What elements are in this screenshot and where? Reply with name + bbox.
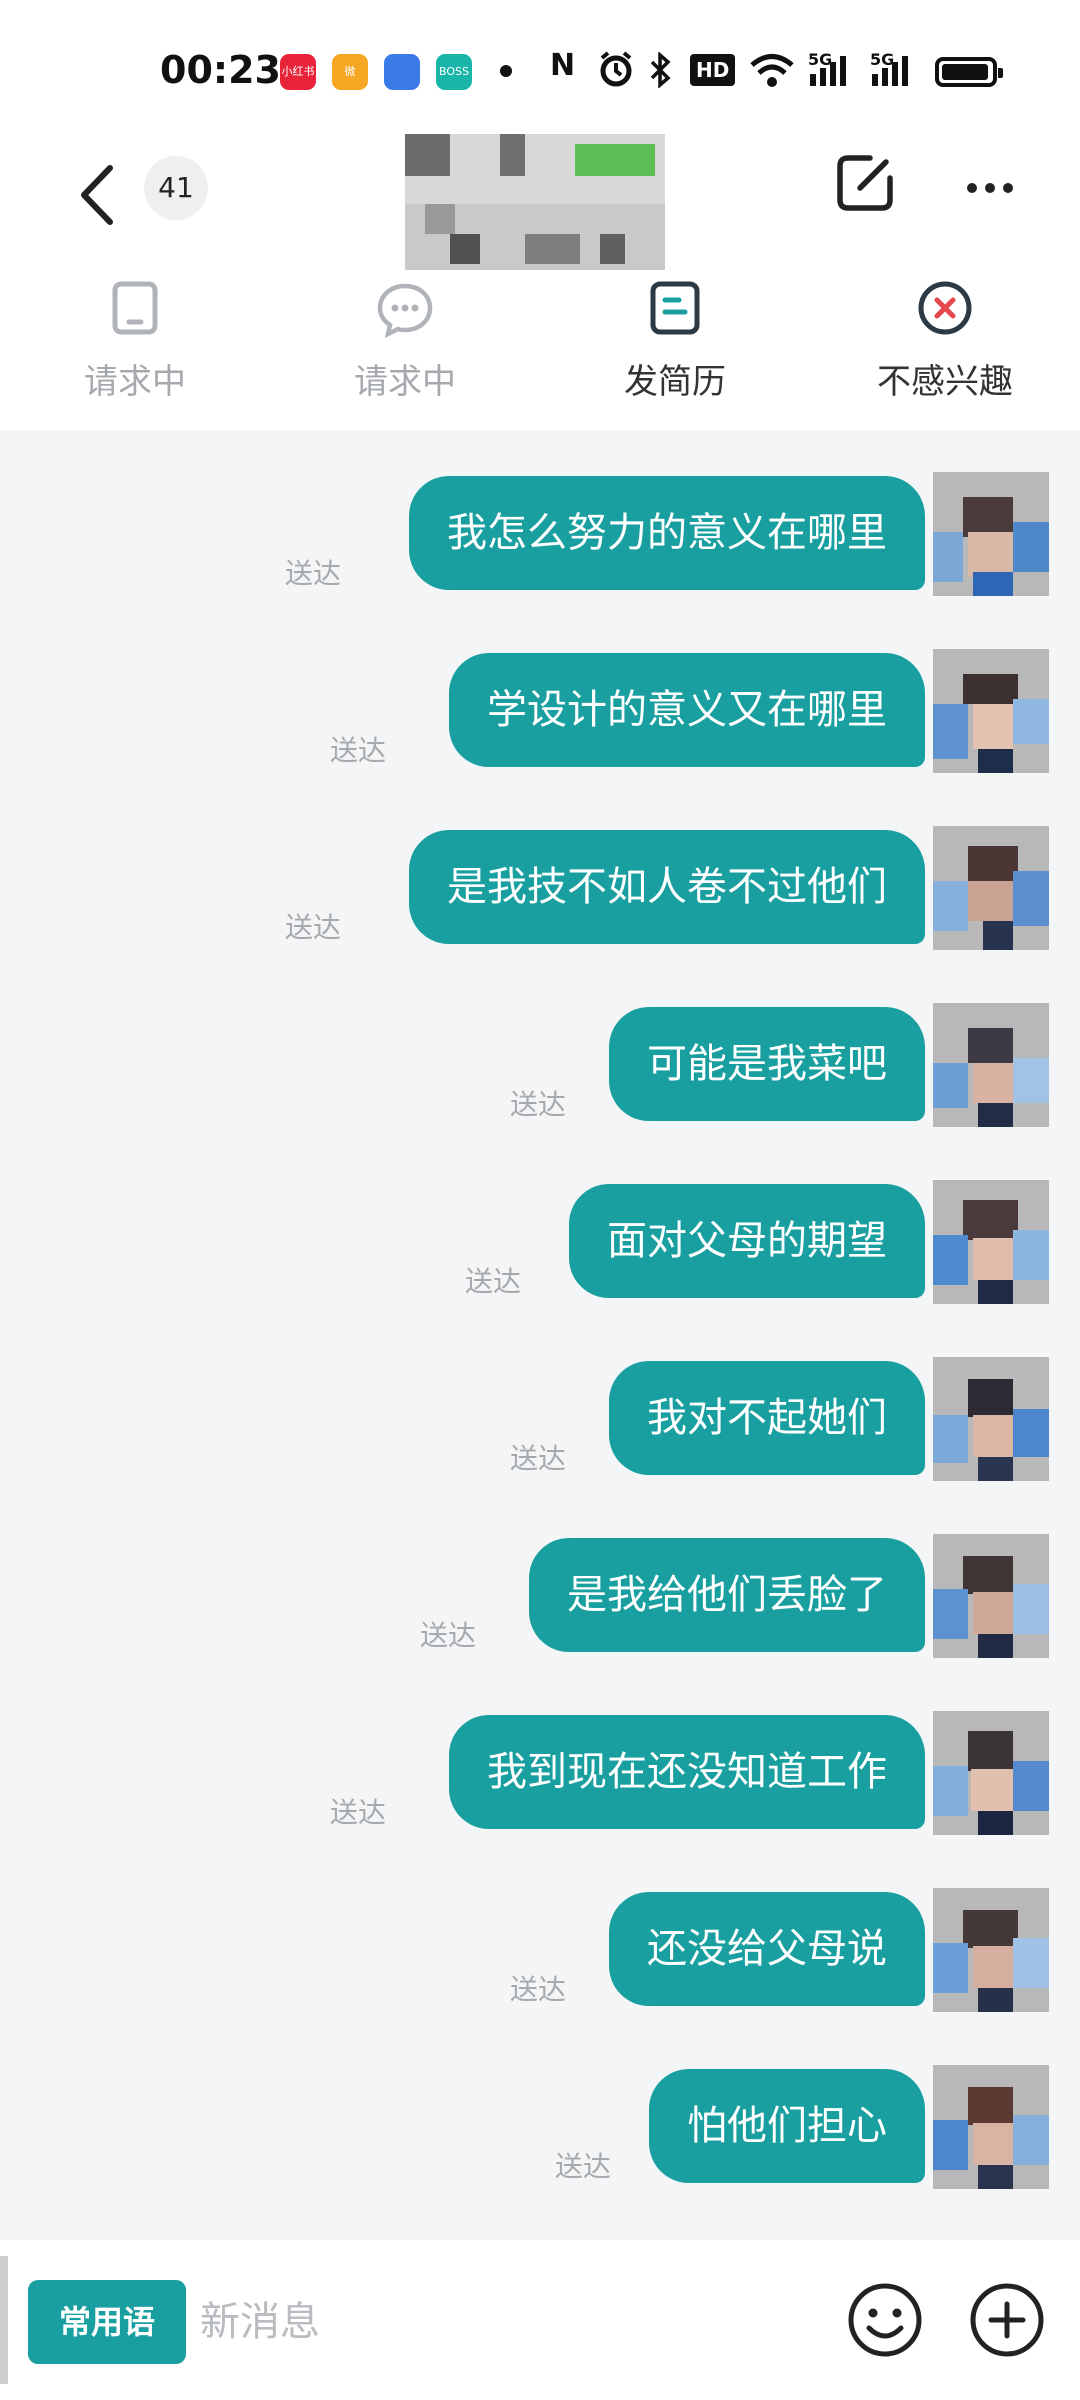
action-label: 请求中 [84, 362, 186, 402]
signal-bars-icon-2 [872, 56, 908, 86]
contact-name-blurred[interactable] [405, 134, 665, 270]
edit-note-icon[interactable] [830, 148, 900, 218]
alarm-icon [600, 51, 632, 87]
avatar[interactable] [933, 1357, 1049, 1481]
avatar[interactable] [933, 1003, 1049, 1127]
back-arrow-icon[interactable] [70, 150, 130, 240]
message-item: 送达 我对不起她们 [0, 1315, 1080, 1481]
delivery-status: 送达 [510, 1442, 567, 1475]
send-resume-action[interactable]: 发简历 [540, 270, 810, 420]
message-bubble[interactable]: 我到现在还没知道工作 [449, 1715, 925, 1829]
delivery-status: 送达 [510, 1973, 567, 2006]
add-attachment-icon[interactable] [967, 2280, 1047, 2360]
message-bubble[interactable]: 学设计的意义又在哪里 [449, 653, 925, 767]
message-bubble[interactable]: 是我技不如人卷不过他们 [409, 830, 925, 944]
battery-icon [935, 57, 1003, 87]
avatar[interactable] [933, 472, 1049, 596]
message-bubble[interactable]: 我怎么努力的意义在哪里 [409, 476, 925, 590]
quick-phrases-button[interactable]: 常用语 [28, 2280, 186, 2364]
message-input[interactable]: 新消息 [200, 2280, 800, 2364]
message-list[interactable]: 送达 我怎么努力的意义在哪里 送达 学设计的意义又在哪里 送达 是我技不如人卷不… [0, 430, 1080, 2240]
avatar[interactable] [933, 1711, 1049, 1835]
delivery-status: 送达 [465, 1265, 522, 1298]
emoji-icon[interactable] [845, 2280, 925, 2360]
top-panel: 00:23 小红书 微 BOSS N HD 5G 5G 41 请求中 请求中 发… [0, 0, 1080, 430]
hd-icon: HD [690, 54, 736, 86]
delivery-status: 送达 [285, 557, 342, 590]
security-app-icon [384, 54, 420, 90]
avatar[interactable] [933, 1888, 1049, 2012]
message-item: 送达 我到现在还没知道工作 [0, 1669, 1080, 1835]
message-bubble[interactable]: 还没给父母说 [609, 1892, 925, 2006]
message-bubble[interactable]: 是我给他们丢脸了 [529, 1538, 925, 1652]
message-item: 送达 还没给父母说 [0, 1846, 1080, 2012]
boss-zhipin-icon: BOSS [436, 54, 472, 90]
delivery-status: 送达 [285, 911, 342, 944]
delivery-status: 送达 [420, 1619, 477, 1652]
message-item: 送达 学设计的意义又在哪里 [0, 607, 1080, 773]
action-label: 发简历 [624, 362, 726, 402]
message-item: 送达 面对父母的期望 [0, 1138, 1080, 1304]
status-time: 00:23 [160, 48, 281, 92]
chat-header: 41 [0, 134, 1080, 270]
action-row: 请求中 请求中 发简历 不感兴趣 [0, 270, 1080, 420]
weibo-icon: 微 [332, 54, 368, 90]
resume-icon [650, 281, 700, 335]
not-interested-icon [918, 281, 972, 335]
unread-count-badge: 41 [144, 156, 208, 220]
message-item: 送达 怕他们担心 [0, 2023, 1080, 2189]
avatar[interactable] [933, 2065, 1049, 2189]
delivery-status: 送达 [510, 1088, 567, 1121]
request-phone-action[interactable]: 请求中 [0, 270, 270, 420]
status-bar: 00:23 小红书 微 BOSS N HD 5G 5G [0, 0, 1080, 140]
xiaohongshu-icon: 小红书 [280, 54, 316, 90]
delivery-status: 送达 [330, 1796, 387, 1829]
message-item: 送达 是我给他们丢脸了 [0, 1492, 1080, 1658]
avatar[interactable] [933, 1534, 1049, 1658]
message-item: 送达 我怎么努力的意义在哪里 [0, 430, 1080, 596]
not-interested-action[interactable]: 不感兴趣 [810, 270, 1080, 420]
chat-bubble-icon [377, 283, 433, 338]
message-item: 送达 可能是我菜吧 [0, 961, 1080, 1127]
avatar[interactable] [933, 649, 1049, 773]
message-bubble[interactable]: 怕他们担心 [649, 2069, 925, 2183]
request-wechat-action[interactable]: 请求中 [270, 270, 540, 420]
more-options-icon[interactable] [955, 148, 1025, 218]
message-bubble[interactable]: 可能是我菜吧 [609, 1007, 925, 1121]
action-label: 请求中 [354, 362, 456, 402]
signal-bars-icon [810, 56, 846, 86]
action-label: 不感兴趣 [877, 362, 1013, 402]
input-bar: 常用语 新消息 [0, 2240, 1080, 2400]
avatar[interactable] [933, 1180, 1049, 1304]
wifi-icon [750, 54, 794, 87]
bluetooth-icon [650, 52, 671, 88]
phone-icon [112, 281, 158, 335]
delivery-status: 送达 [555, 2150, 612, 2183]
message-bubble[interactable]: 我对不起她们 [609, 1361, 925, 1475]
nfc-icon: N [550, 48, 576, 83]
avatar[interactable] [933, 826, 1049, 950]
message-item: 送达 是我技不如人卷不过他们 [0, 784, 1080, 950]
input-bar-edge [0, 2256, 8, 2384]
delivery-status: 送达 [330, 734, 387, 767]
message-bubble[interactable]: 面对父母的期望 [569, 1184, 925, 1298]
notification-dot-icon [500, 65, 512, 77]
